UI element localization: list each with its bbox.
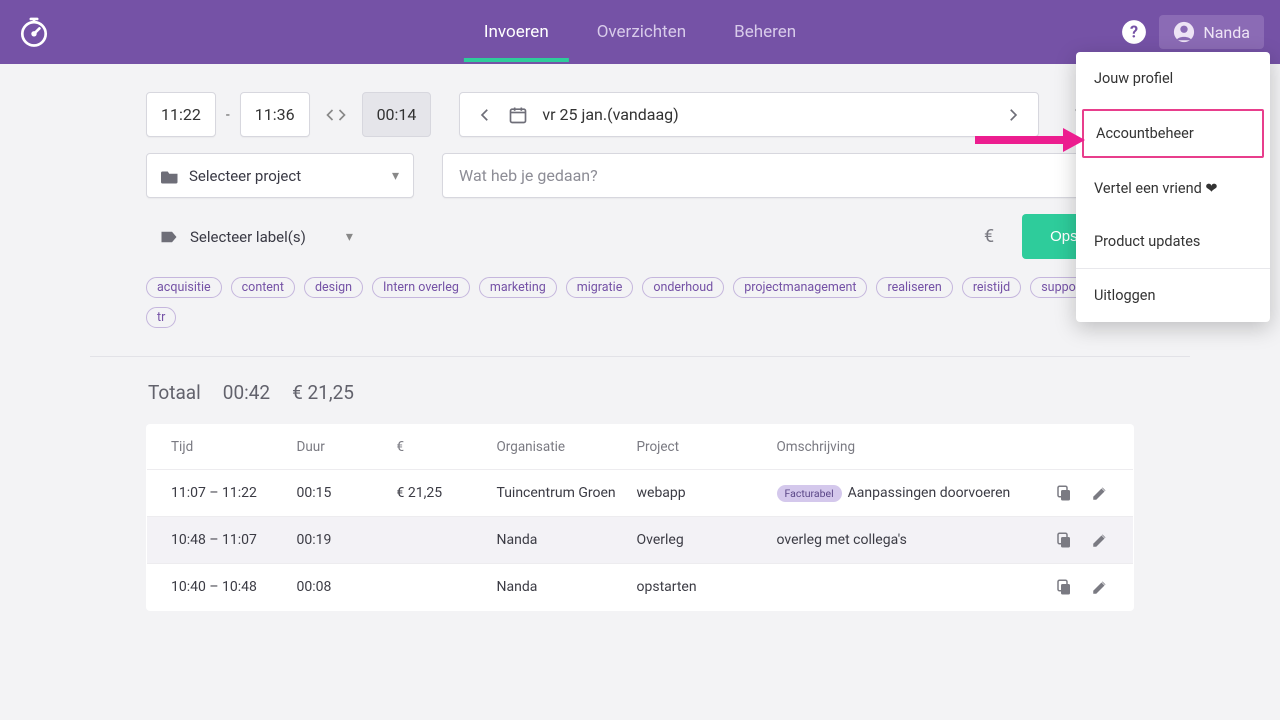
date-next-icon[interactable] xyxy=(1004,106,1022,124)
menu-logout[interactable]: Uitloggen xyxy=(1076,269,1270,322)
label-chips: acquisitie content design Intern overleg… xyxy=(146,277,1134,328)
caret-down-icon: ▾ xyxy=(346,229,353,245)
table-row: 10:40 – 10:4800:08 Nandaopstarten xyxy=(147,564,1134,611)
table-row: 11:07 – 11:2200:15€ 21,25Tuincentrum Gro… xyxy=(147,470,1134,517)
description-input[interactable]: Wat heb je gedaan? xyxy=(442,153,1134,198)
edit-icon[interactable] xyxy=(1091,578,1109,596)
totals-amount: € 21,25 xyxy=(292,381,354,404)
time-start-input[interactable]: 11:22 xyxy=(146,92,216,137)
cell-tijd: 11:07 – 11:22 xyxy=(147,470,287,517)
cell-proj: Overleg xyxy=(627,517,767,564)
cell-proj: opstarten xyxy=(627,564,767,611)
time-dash: - xyxy=(226,107,230,123)
billable-badge: Facturabel xyxy=(777,485,842,502)
chip[interactable]: migratie xyxy=(566,277,634,298)
chip[interactable]: design xyxy=(304,277,363,298)
copy-icon[interactable] xyxy=(1055,531,1073,549)
chip[interactable]: marketing xyxy=(479,277,557,298)
divider xyxy=(90,356,1190,357)
cell-tijd: 10:40 – 10:48 xyxy=(147,564,287,611)
totals-duration: 00:42 xyxy=(223,381,270,404)
date-picker: vr 25 jan.(vandaag) xyxy=(459,92,1039,137)
nav-invoeren[interactable]: Invoeren xyxy=(480,2,553,62)
cell-eur: € 21,25 xyxy=(387,470,487,517)
totals-label: Totaal xyxy=(148,381,201,404)
help-icon[interactable]: ? xyxy=(1121,19,1147,45)
edit-icon[interactable] xyxy=(1091,484,1109,502)
date-prev-icon[interactable] xyxy=(476,106,494,124)
menu-refer-friend[interactable]: Vertel een vriend ❤ xyxy=(1076,162,1270,215)
time-end-input[interactable]: 11:36 xyxy=(240,92,310,137)
cell-tijd: 10:48 – 11:07 xyxy=(147,517,287,564)
cell-duur: 00:08 xyxy=(287,564,387,611)
th-proj: Project xyxy=(627,425,767,470)
th-tijd: Tijd xyxy=(147,425,287,470)
label-select-text: Selecteer label(s) xyxy=(190,228,306,246)
project-select[interactable]: Selecteer project ▾ xyxy=(146,153,414,198)
user-name: Nanda xyxy=(1203,23,1250,42)
copy-icon[interactable] xyxy=(1055,578,1073,596)
avatar-icon xyxy=(1173,21,1195,43)
header-right: ? Nanda xyxy=(1121,15,1264,49)
currency-toggle[interactable]: € xyxy=(984,226,994,247)
user-menu: Jouw profiel Accountbeheer Vertel een vr… xyxy=(1076,52,1270,322)
time-group: 11:22 - 11:36 00:14 xyxy=(146,92,431,137)
th-eur: € xyxy=(387,425,487,470)
table-row: 10:48 – 11:0700:19 NandaOverlegoverleg me… xyxy=(147,517,1134,564)
svg-text:?: ? xyxy=(1130,22,1138,41)
cell-eur xyxy=(387,517,487,564)
menu-product-updates[interactable]: Product updates xyxy=(1076,215,1270,268)
edit-icon[interactable] xyxy=(1091,531,1109,549)
chip[interactable]: tr xyxy=(146,307,176,328)
cell-duur: 00:15 xyxy=(287,470,387,517)
annotation-arrow-icon xyxy=(975,128,1085,152)
cell-omschr: overleg met collega's xyxy=(767,517,1044,564)
app-header: Invoeren Overzichten Beheren ? Nanda Jou… xyxy=(0,0,1280,64)
user-menu-trigger[interactable]: Nanda xyxy=(1159,15,1264,49)
main-nav: Invoeren Overzichten Beheren xyxy=(480,2,800,62)
menu-profile[interactable]: Jouw profiel xyxy=(1076,52,1270,105)
th-omschr: Omschrijving xyxy=(767,425,1044,470)
label-select[interactable]: Selecteer label(s) ▾ xyxy=(146,224,353,250)
chip[interactable]: content xyxy=(231,277,295,298)
app-logo-icon xyxy=(16,14,52,50)
project-select-label: Selecteer project xyxy=(189,167,301,185)
chip[interactable]: reistijd xyxy=(962,277,1021,298)
th-org: Organisatie xyxy=(487,425,627,470)
copy-icon[interactable] xyxy=(1055,484,1073,502)
th-duur: Duur xyxy=(287,425,387,470)
calendar-icon xyxy=(508,105,528,125)
cell-org: Nanda xyxy=(487,517,627,564)
cell-eur xyxy=(387,564,487,611)
caret-down-icon: ▾ xyxy=(392,168,399,184)
folder-icon xyxy=(161,168,179,184)
cell-org: Nanda xyxy=(487,564,627,611)
project-desc-row: Selecteer project ▾ Wat heb je gedaan? xyxy=(146,153,1134,198)
cell-omschr: FacturabelAanpassingen doorvoeren xyxy=(767,470,1044,517)
entries-table: Tijd Duur € Organisatie Project Omschrij… xyxy=(146,424,1134,611)
tag-icon xyxy=(160,229,178,245)
chip[interactable]: realiseren xyxy=(876,277,952,298)
cell-omschr xyxy=(767,564,1044,611)
totals: Totaal 00:42 € 21,25 xyxy=(146,381,1134,404)
menu-account[interactable]: Accountbeheer xyxy=(1082,109,1264,158)
chip[interactable]: onderhoud xyxy=(642,277,724,298)
duration-input[interactable]: 00:14 xyxy=(362,92,432,137)
chip[interactable]: acquisitie xyxy=(146,277,222,298)
label-save-row: Selecteer label(s) ▾ € Opslaan xyxy=(146,214,1134,259)
cell-org: Tuincentrum Groen xyxy=(487,470,627,517)
cell-proj: webapp xyxy=(627,470,767,517)
chip[interactable]: projectmanagement xyxy=(733,277,867,298)
chip[interactable]: Intern overleg xyxy=(372,277,470,298)
nav-beheren[interactable]: Beheren xyxy=(730,2,800,62)
date-label[interactable]: vr 25 jan.(vandaag) xyxy=(542,105,678,124)
swap-icon[interactable] xyxy=(320,105,352,125)
nav-overzichten[interactable]: Overzichten xyxy=(593,2,690,62)
cell-duur: 00:19 xyxy=(287,517,387,564)
